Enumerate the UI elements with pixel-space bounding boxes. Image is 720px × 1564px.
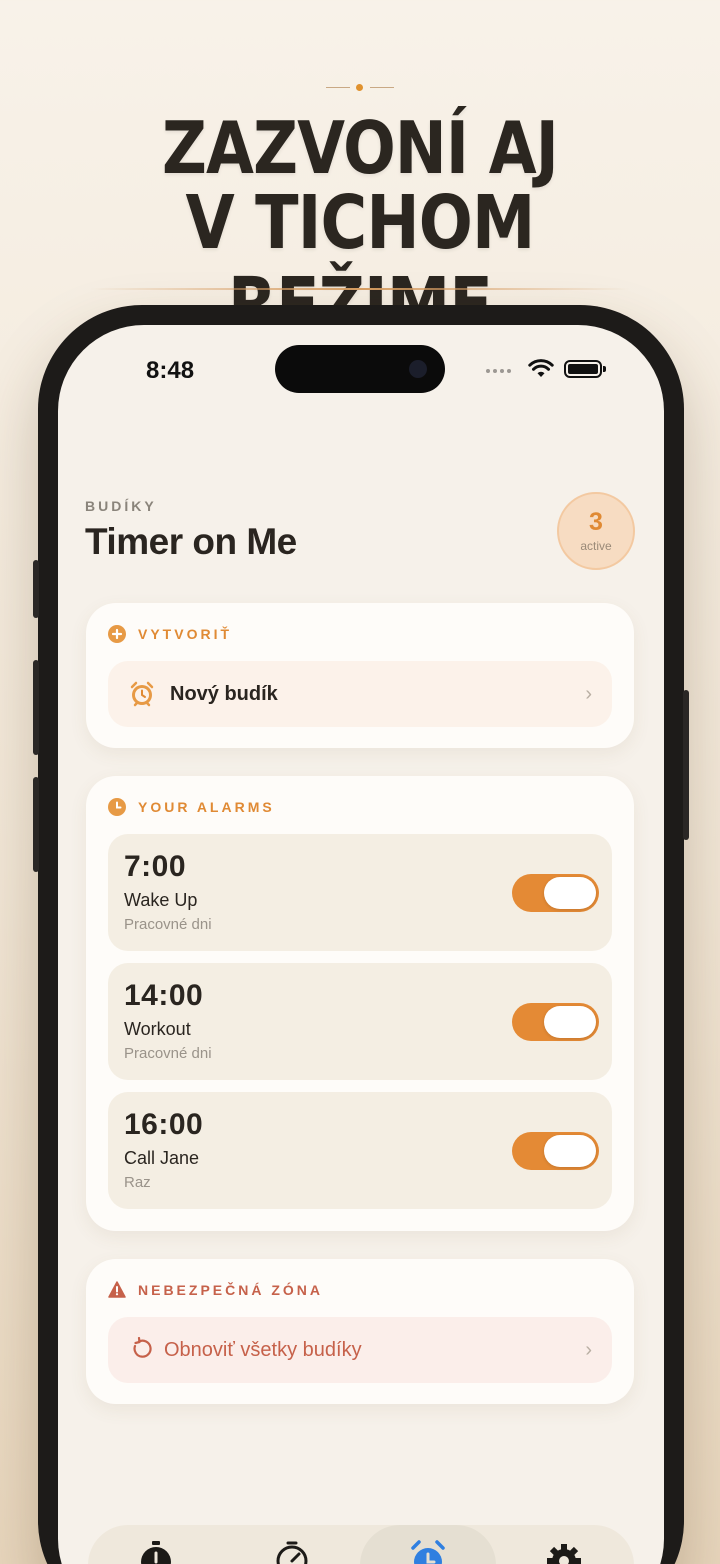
danger-section-label: NEBEZPEČNÁ ZÓNA xyxy=(138,1281,324,1298)
tab-settings[interactable] xyxy=(496,1525,632,1564)
warning-triangle-icon xyxy=(108,1281,126,1298)
tab-timer[interactable] xyxy=(224,1525,360,1564)
wifi-icon xyxy=(528,359,554,377)
alarm-row[interactable]: 7:00 Wake Up Pracovné dni xyxy=(108,834,612,951)
action-button xyxy=(33,560,39,618)
alarm-repeat: Pracovné dni xyxy=(124,1045,212,1062)
status-time: 8:48 xyxy=(146,357,195,384)
plus-circle-icon xyxy=(108,625,126,643)
alarm-time: 16:00 xyxy=(124,1108,204,1141)
battery-icon xyxy=(564,360,606,378)
alarm-clock-icon xyxy=(130,681,154,707)
tab-stopwatch[interactable] xyxy=(88,1525,224,1564)
page-title: Timer on Me xyxy=(85,521,297,562)
dynamic-island xyxy=(275,345,445,393)
create-section-header: VYTVORIŤ xyxy=(108,625,232,643)
chevron-right-icon: › xyxy=(585,683,592,705)
tab-alarms[interactable] xyxy=(360,1525,496,1564)
alarm-row[interactable]: 16:00 Call Jane Raz xyxy=(108,1092,612,1209)
alarm-repeat: Raz xyxy=(124,1174,151,1191)
create-card: VYTVORIŤ Nový budík › xyxy=(86,603,634,748)
active-count: 3 xyxy=(589,508,603,536)
danger-card: NEBEZPEČNÁ ZÓNA Obnoviť všetky budíky › xyxy=(86,1259,634,1404)
chevron-right-icon: › xyxy=(585,1339,592,1361)
headline-line-1: ZAZVONÍ AJ xyxy=(162,106,559,190)
power-button xyxy=(683,690,689,840)
clock-icon xyxy=(108,798,126,816)
alarm-repeat: Pracovné dni xyxy=(124,916,212,933)
new-alarm-label: Nový budík xyxy=(170,683,278,705)
alarm-time: 7:00 xyxy=(124,850,187,883)
alarm-toggle[interactable] xyxy=(512,1132,599,1170)
alarm-time: 14:00 xyxy=(124,979,204,1012)
volume-down-button xyxy=(33,777,39,872)
signal-dots-icon xyxy=(486,369,511,373)
new-alarm-button[interactable]: Nový budík › xyxy=(108,661,612,727)
danger-section-header: NEBEZPEČNÁ ZÓNA xyxy=(108,1281,323,1298)
alarm-clock-icon xyxy=(411,1540,445,1564)
alarm-toggle[interactable] xyxy=(512,1003,599,1041)
section-eyebrow: BUDÍKY xyxy=(85,498,157,514)
reset-alarms-button[interactable]: Obnoviť všetky budíky › xyxy=(108,1317,612,1383)
alarm-name: Workout xyxy=(124,1019,191,1039)
active-count-badge: 3 active xyxy=(557,492,635,570)
reset-alarms-label: Obnoviť všetky budíky xyxy=(164,1339,362,1361)
gear-icon xyxy=(547,1544,581,1564)
alarms-section-header: YOUR ALARMS xyxy=(108,798,275,816)
headline-divider xyxy=(90,288,630,290)
alarm-name: Wake Up xyxy=(124,890,198,910)
alarm-name: Call Jane xyxy=(124,1148,200,1168)
alarms-section-label: YOUR ALARMS xyxy=(138,799,275,815)
alarms-card: YOUR ALARMS 7:00 Wake Up Pracovné dni 14… xyxy=(86,776,634,1231)
alarm-row[interactable]: 14:00 Workout Pracovné dni xyxy=(108,963,612,1080)
headline-ornament xyxy=(0,82,720,94)
phone-frame: 8:48 BUDÍKY Timer on Me 3 active VYTVORI… xyxy=(33,305,689,1564)
volume-up-button xyxy=(33,660,39,755)
phone-screen: 8:48 BUDÍKY Timer on Me 3 active VYTVORI… xyxy=(58,325,664,1564)
reset-arrow-icon xyxy=(133,1337,152,1358)
timer-icon xyxy=(276,1541,308,1564)
stopwatch-icon xyxy=(141,1541,171,1564)
alarm-toggle[interactable] xyxy=(512,874,599,912)
tab-bar xyxy=(88,1525,634,1564)
create-section-label: VYTVORIŤ xyxy=(138,626,233,642)
active-count-label: active xyxy=(580,539,612,553)
